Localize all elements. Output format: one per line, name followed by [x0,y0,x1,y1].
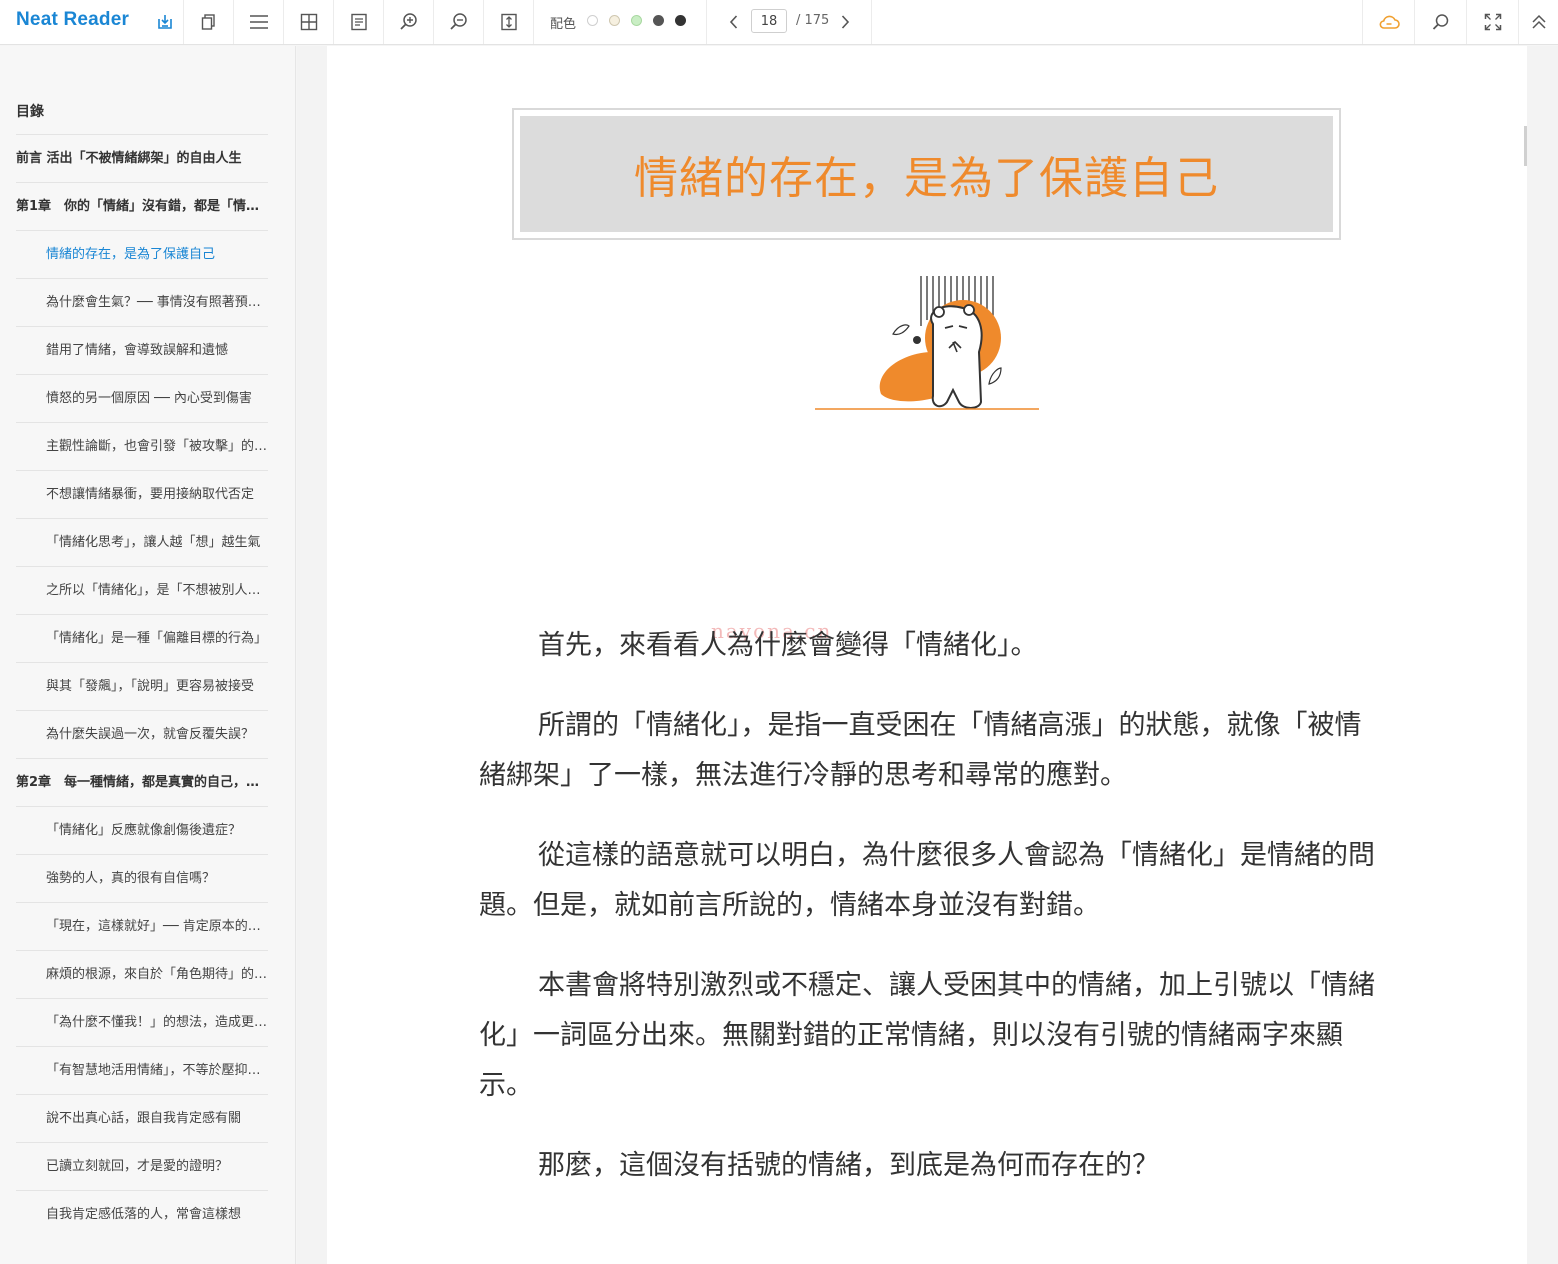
swatch-dark-gray[interactable] [653,15,664,26]
toc-item[interactable]: 強勢的人，真的很有自信嗎？ [16,854,268,902]
toc-item[interactable]: 之所以「情緒化」，是「不想被別人看輕」 [16,566,268,614]
toc-item[interactable]: 第2章 每一種情緒，都是真實的自己，要坦然接受 [16,758,268,806]
body-paragraph: 那麼，這個沒有括號的情緒，到底是為何而存在的？ [538,1150,1159,1181]
reading-area: 情緒的存在，是為了保護自己 nayona.cn 首先，來看看人為什麼會變得「情緒… [297,46,1558,1264]
page-scroll-marker [1524,126,1527,166]
app-brand: Neat Reader [16,9,130,30]
toc-item[interactable]: 「情緒化」反應就像創傷後遺症？ [16,806,268,854]
next-page-button[interactable] [835,12,855,32]
copy-icon [201,14,215,30]
toc-item[interactable]: 不想讓情緒暴衝，要用接納取代否定 [16,470,268,518]
notes-button[interactable] [334,0,384,44]
page-navigator: / 175 [707,0,872,44]
toc-item[interactable]: 「為什麼不懂我！」的想法，造成更多問題 [16,998,268,1046]
menu-button[interactable] [234,0,284,44]
toc-item[interactable]: 自我肯定感低落的人，常會這樣想 [16,1190,268,1238]
fit-height-button[interactable] [484,0,534,44]
grid-icon [300,13,317,31]
toc-list: 前言 活出「不被情緒綁架」的自由人生第1章 你的「情緒」沒有錯，都是「情緒化」惹… [16,134,268,1238]
color-scheme-label: 配色 [550,17,577,32]
toc-item[interactable]: 主觀性論斷，也會引發「被攻擊」的感覺 [16,422,268,470]
list-menu-icon [249,15,268,29]
toc-item-active[interactable]: 情緒的存在，是為了保護自己 [16,230,268,278]
toc-item[interactable]: 麻煩的根源，來自於「角色期待」的落差 [16,950,268,998]
swatch-white[interactable] [587,15,598,26]
fullscreen-button[interactable] [1466,0,1518,44]
toc-item[interactable]: 錯用了情緒，會導致誤解和遺憾 [16,326,268,374]
color-scheme-group: 配色 [535,0,707,44]
toc-item[interactable]: 與其「發飆」，「說明」更容易被接受 [16,662,268,710]
body-paragraph: 首先，來看看人為什麼會變得「情緒化」。 [538,630,1038,661]
page-total: / 175 [796,13,830,28]
search-button[interactable] [1414,0,1466,44]
body-text: 首先，來看看人為什麼會變得「情緒化」。所謂的「情緒化」，是指一直受困在「情緒高漲… [479,621,1376,1221]
chapter-title: 情緒的存在，是為了保護自己 [634,153,1219,204]
body-paragraph: 從這樣的語意就可以明白，為什麼很多人會認為「情緒化」是情緒的問題。但是，就如前言… [479,840,1375,921]
search-icon [1432,14,1448,30]
zoom-out-icon [449,13,467,30]
zoom-in-button[interactable] [384,0,434,44]
chevron-right-icon [841,15,850,29]
chapter-title-background: 情緒的存在，是為了保護自己 [520,116,1333,232]
toc-item[interactable]: 說不出真心話，跟自我肯定感有關 [16,1094,268,1142]
bear-illustration [815,276,1039,410]
toolbar: Neat Reader 配色 / 175 [0,0,1558,45]
body-paragraph: 所謂的「情緒化」，是指一直受困在「情緒高漲」的狀態，就像「被情緒綁架」了一樣，無… [479,710,1362,791]
toc-item[interactable]: 「情緒化思考」，讓人越「想」越生氣 [16,518,268,566]
table-of-contents: 目錄 前言 活出「不被情緒綁架」的自由人生 第1章 你的「情緒」沒有錯，都是「情緒… [0,46,296,1264]
toc-item[interactable]: 為什麼失誤過一次，就會反覆失誤？ [16,710,268,758]
cloud-sync-button[interactable] [1362,0,1414,44]
toc-item[interactable]: 前言 活出「不被情緒綁架」的自由人生 [16,134,268,182]
cloud-sync-icon [1379,15,1400,29]
fullscreen-icon [1484,13,1501,31]
toc-item[interactable]: 為什麼會生氣？── 事情沒有照著預期發展 [16,278,268,326]
toc-heading: 目錄 [16,104,44,120]
swatch-beige[interactable] [609,15,620,26]
grid-view-button[interactable] [284,0,334,44]
zoom-in-icon [399,13,417,30]
fit-height-icon [500,13,517,31]
save-button[interactable] [146,0,184,44]
toc-item[interactable]: 「情緒化」是一種「偏離目標的行為」 [16,614,268,662]
zoom-out-button[interactable] [434,0,484,44]
swatch-black[interactable] [675,15,686,26]
toc-item[interactable]: 「有智慧地活用情緒」，不等於壓抑情緒 [16,1046,268,1094]
toc-item[interactable]: 憤怒的另一個原因 ── 內心受到傷害 [16,374,268,422]
toc-item[interactable]: 第1章 你的「情緒」沒有錯，都是「情緒化」惹的禍 [16,182,268,230]
chevron-left-icon [729,15,738,29]
page-number-input[interactable] [751,9,787,33]
previous-page-button[interactable] [724,12,744,32]
copy-button[interactable] [184,0,234,44]
collapse-toolbar-button[interactable] [1518,0,1558,44]
swatch-green[interactable] [631,15,642,26]
save-download-icon [157,15,172,29]
book-page: 情緒的存在，是為了保護自己 nayona.cn 首先，來看看人為什麼會變得「情緒… [327,46,1527,1264]
toc-item[interactable]: 「現在，這樣就好」── 肯定原本的自己 [16,902,268,950]
chapter-title-box: 情緒的存在，是為了保護自己 [512,108,1341,240]
toc-item[interactable]: 已讀立刻就回，才是愛的證明？ [16,1142,268,1190]
body-paragraph: 本書會將特別激烈或不穩定、讓人受困其中的情緒，加上引號以「情緒化」一詞區分出來。… [479,970,1375,1101]
collapse-up-icon [1531,14,1546,29]
notes-icon [350,13,367,31]
